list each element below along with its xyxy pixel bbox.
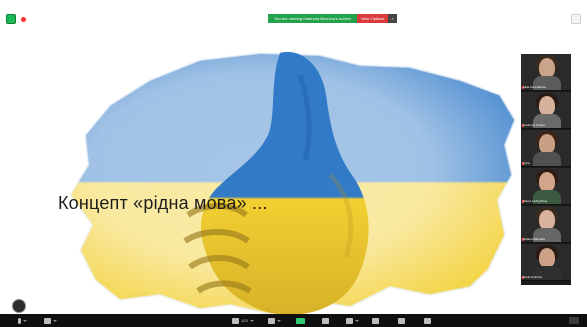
record-icon[interactable] xyxy=(322,317,329,324)
participant-tile[interactable]: Daria Smirnov xyxy=(521,244,571,281)
shield-icon[interactable] xyxy=(6,14,16,24)
participant-tile[interactable]: Olena Lozhyshina xyxy=(521,168,571,205)
participant-name: Liudmyla Turkas xyxy=(523,123,545,127)
participant-name: Daria Smirnov xyxy=(523,275,543,279)
participant-face xyxy=(539,248,555,268)
participant-name: Olena Lozhyshina xyxy=(523,199,548,203)
slide-artwork xyxy=(0,25,520,314)
whiteboard-control[interactable] xyxy=(398,317,405,324)
share-icon[interactable] xyxy=(296,317,305,324)
reactions-icon[interactable] xyxy=(346,317,353,324)
participants-count: 103 xyxy=(241,318,248,323)
slide-title: Концепт «рідна мова» ... xyxy=(58,193,268,213)
participants-gallery[interactable]: Iuliia Korzhakova Liudmyla Turkas Iryna … xyxy=(521,54,571,285)
share-control[interactable] xyxy=(296,317,305,324)
participant-tile[interactable]: Liudmyla Turkas xyxy=(521,92,571,129)
screen-share-banner: You are viewing Kateryna Borzova's scree… xyxy=(268,14,397,23)
leave-button[interactable] xyxy=(569,317,579,324)
record-indicator-icon xyxy=(21,16,26,22)
record-control[interactable] xyxy=(322,317,329,324)
video-icon[interactable] xyxy=(44,317,51,324)
participant-name: Tetiana Barnisko xyxy=(523,237,546,241)
participant-name: Iryna xyxy=(523,161,530,165)
whiteboard-icon[interactable] xyxy=(398,317,405,324)
chevron-down-icon[interactable] xyxy=(249,319,254,322)
participants-control[interactable]: 103 xyxy=(232,317,254,324)
meeting-toolbar: 103 xyxy=(0,314,587,327)
chevron-down-icon[interactable] xyxy=(23,319,27,322)
video-control[interactable] xyxy=(44,317,57,324)
chevron-down-icon[interactable] xyxy=(53,319,57,322)
mic-icon[interactable] xyxy=(18,317,21,324)
zoom-window: You are viewing Kateryna Borzova's scree… xyxy=(0,0,587,327)
fullscreen-icon[interactable] xyxy=(571,14,581,24)
participant-face xyxy=(539,172,555,192)
meeting-status-indicators xyxy=(6,14,26,24)
apps-icon[interactable] xyxy=(372,317,379,324)
view-options-button[interactable]: View Options xyxy=(356,14,389,23)
participants-icon[interactable] xyxy=(232,317,239,324)
chat-control[interactable] xyxy=(268,317,281,324)
participant-body xyxy=(533,152,561,166)
more-icon[interactable] xyxy=(424,317,431,324)
participant-face xyxy=(539,96,555,116)
participant-face xyxy=(539,58,555,78)
chevron-down-icon[interactable] xyxy=(277,319,281,322)
participant-tile[interactable]: Iuliia Korzhakova xyxy=(521,54,571,91)
participant-tile[interactable]: Iryna xyxy=(521,130,571,167)
participant-name: Iuliia Korzhakova xyxy=(523,85,546,89)
more-control[interactable] xyxy=(424,317,431,324)
mic-control[interactable] xyxy=(18,317,27,324)
participant-face xyxy=(539,134,555,154)
close-banner-button[interactable]: × xyxy=(388,14,397,23)
shared-slide: Концепт «рідна мова» ... xyxy=(0,25,520,314)
participant-face xyxy=(539,210,555,230)
reactions-control[interactable] xyxy=(346,317,359,324)
participant-tile[interactable]: Tetiana Barnisko xyxy=(521,206,571,243)
chat-icon[interactable] xyxy=(268,317,275,324)
chevron-down-icon[interactable] xyxy=(355,319,359,322)
apps-control[interactable] xyxy=(372,317,379,324)
share-message: You are viewing Kateryna Borzova's scree… xyxy=(268,14,357,23)
pen-tool-icon[interactable] xyxy=(12,299,26,313)
